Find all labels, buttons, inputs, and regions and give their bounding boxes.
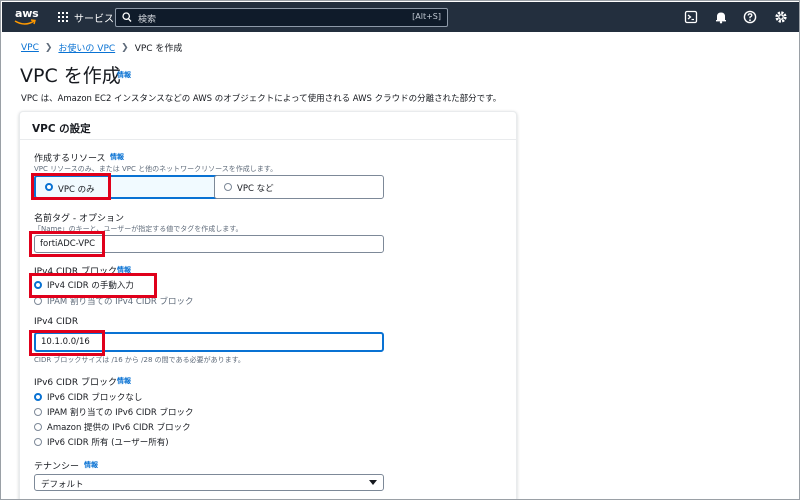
- ipv6-byoip-label: IPv6 CIDR 所有 (ユーザー所有): [47, 438, 169, 448]
- search-shortcut: [Alt+S]: [412, 12, 441, 21]
- page-info-link[interactable]: 情報: [117, 70, 131, 80]
- search-placeholder: 検索: [138, 15, 157, 25]
- divider: [20, 139, 516, 140]
- ipv6-block-info-link[interactable]: 情報: [117, 376, 131, 386]
- services-menu[interactable]: サービス: [74, 10, 114, 25]
- services-grid-icon[interactable]: [58, 12, 68, 22]
- annotation-highlight-ipv4-manual: [29, 273, 157, 298]
- ipv6-block-label: IPv6 CIDR ブロック: [34, 378, 117, 388]
- annotation-highlight-vpc-only: [31, 173, 111, 200]
- breadcrumb-your-vpcs[interactable]: お使いの VPC: [58, 41, 115, 54]
- ipv6-none-label: IPv6 CIDR ブロックなし: [47, 393, 143, 403]
- breadcrumb-vpc[interactable]: VPC: [21, 43, 39, 53]
- cloudshell-icon[interactable]: [684, 10, 698, 24]
- vpc-settings-title: VPC の設定: [32, 123, 91, 135]
- ipv4-cidr-hint: CIDR ブロックサイズは /16 から /28 の間である必要があります。: [34, 356, 245, 364]
- tenancy-label: テナンシー: [34, 462, 80, 472]
- resources-info-link[interactable]: 情報: [110, 152, 124, 162]
- caret-down-icon: [369, 480, 377, 485]
- vpc-settings-container: VPC の設定 作成するリソース 情報 VPC リソースのみ、または VPC と…: [19, 111, 517, 499]
- search-input[interactable]: 検索 [Alt+S]: [115, 8, 448, 27]
- radio-ipv6-amazon[interactable]: [34, 423, 42, 431]
- ipv6-ipam-label: IPAM 割り当ての IPv6 CIDR ブロック: [47, 408, 194, 418]
- resources-label: 作成するリソース: [34, 154, 106, 164]
- aws-smile-icon: [14, 19, 36, 25]
- page-title: VPC を作成: [20, 65, 121, 87]
- search-icon: [122, 12, 132, 22]
- tenancy-info-link[interactable]: 情報: [84, 460, 98, 470]
- breadcrumb-current: VPC を作成: [134, 44, 183, 54]
- aws-logo[interactable]: aws: [14, 6, 40, 28]
- chevron-right-icon: ❯: [121, 42, 129, 53]
- breadcrumb: VPC ❯ お使いの VPC ❯ VPC を作成: [21, 41, 183, 55]
- radio-ipv6-ipam[interactable]: [34, 408, 42, 416]
- tenancy-select[interactable]: デフォルト: [34, 474, 384, 491]
- top-navigation: aws サービス 検索 [Alt+S]: [2, 2, 799, 32]
- notifications-bell-icon[interactable]: [714, 10, 728, 24]
- radio-vpc-and-more[interactable]: [224, 183, 232, 191]
- page-description: VPC は、Amazon EC2 インスタンスなどの AWS のオブジェクトによ…: [21, 94, 502, 104]
- tenancy-value: デフォルト: [41, 480, 84, 490]
- radio-ipv6-byoip[interactable]: [34, 438, 42, 446]
- browser-frame: aws サービス 検索 [Alt+S] VPC ❯ お使いの VPC ❯ VPC…: [0, 0, 800, 500]
- ipv4-cidr-label: IPv4 CIDR: [34, 317, 79, 327]
- radio-ipv4-ipam[interactable]: [34, 297, 42, 305]
- settings-gear-icon[interactable]: [774, 10, 788, 24]
- help-icon[interactable]: [743, 10, 757, 24]
- annotation-highlight-name-tag: [29, 231, 105, 257]
- name-tag-label: 名前タグ - オプション: [34, 214, 124, 224]
- ipv6-amazon-label: Amazon 提供の IPv6 CIDR ブロック: [47, 423, 191, 433]
- chevron-right-icon: ❯: [44, 42, 53, 53]
- radio-ipv6-none[interactable]: [34, 393, 42, 401]
- resource-option-vpc-and-more[interactable]: VPC など: [214, 175, 384, 199]
- resource-option-vpc-and-more-label: VPC など: [237, 184, 274, 194]
- annotation-highlight-ipv4-cidr: [29, 330, 105, 356]
